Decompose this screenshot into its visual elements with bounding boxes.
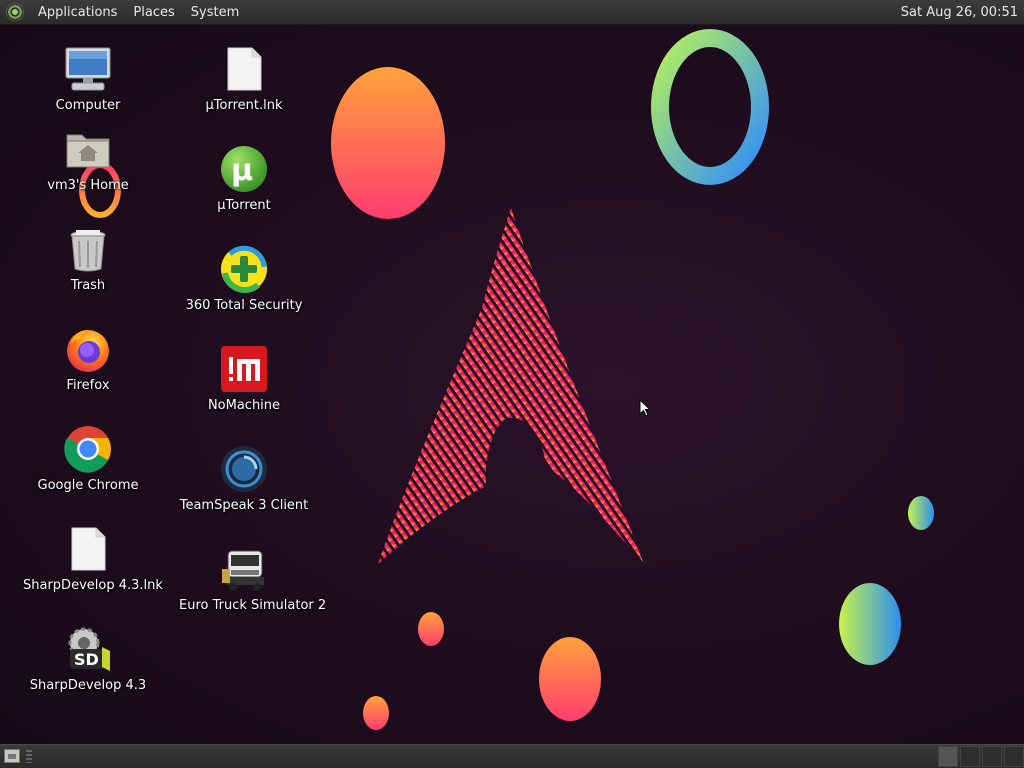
desktop-icon-trash[interactable]: Trash	[23, 225, 153, 293]
desktop-icon-label: Euro Truck Simulator 2	[179, 598, 327, 613]
file-icon	[64, 525, 112, 573]
home-folder-icon	[64, 125, 112, 173]
truck-icon	[220, 545, 268, 593]
computer-icon	[64, 45, 112, 93]
desktop-icon-label: SharpDevelop 4.3.lnk	[23, 578, 163, 593]
desktop-icon-utorrent[interactable]: μ μTorrent	[179, 145, 309, 213]
desktop-icon-label: μTorrent	[217, 198, 271, 213]
desktop-icon-label: Google Chrome	[37, 478, 139, 493]
workspace-1[interactable]	[938, 746, 958, 767]
desktop-icon-euro-truck[interactable]: Euro Truck Simulator 2	[179, 545, 327, 613]
desktop-icon-label: μTorrent.lnk	[205, 98, 283, 113]
desktop-icon-label: Trash	[70, 278, 106, 293]
desktop-icon-utorrent-lnk[interactable]: μTorrent.lnk	[179, 45, 309, 113]
nomachine-icon	[220, 345, 268, 393]
svg-text:SD: SD	[74, 650, 99, 669]
green-blue-dot	[908, 496, 934, 530]
desktop-icon-computer[interactable]: Computer	[23, 45, 153, 113]
arch-logo	[378, 208, 644, 564]
desktop-icon-label: Computer	[55, 98, 121, 113]
desktop-icon-teamspeak[interactable]: TeamSpeak 3 Client	[179, 445, 309, 513]
desktop-icon-360-security[interactable]: 360 Total Security	[179, 245, 309, 313]
360-security-icon	[220, 245, 268, 293]
svg-text:μ: μ	[231, 153, 253, 188]
desktop-icon-home[interactable]: vm3's Home	[23, 125, 153, 193]
desktop-icon-label: SharpDevelop 4.3	[29, 678, 147, 693]
trash-icon	[64, 225, 112, 273]
firefox-icon	[64, 325, 112, 373]
teamspeak-icon	[220, 445, 268, 493]
show-desktop-icon[interactable]	[4, 749, 20, 763]
desktop-icon-label: vm3's Home	[47, 178, 129, 193]
file-icon	[220, 45, 268, 93]
desktop-icon-label: 360 Total Security	[185, 298, 303, 313]
desktop-icon-chrome[interactable]: Google Chrome	[23, 425, 153, 493]
orange-blob-medium	[539, 637, 601, 721]
utorrent-icon: μ	[220, 145, 268, 193]
workspace-4[interactable]	[1004, 746, 1024, 767]
workspace-2[interactable]	[960, 746, 980, 767]
desktop-icon-nomachine[interactable]: NoMachine	[179, 345, 309, 413]
sharpdevelop-icon: SD	[64, 625, 112, 673]
workspace-3[interactable]	[982, 746, 1002, 767]
desktop-icon-label: NoMachine	[207, 398, 281, 413]
gradient-ring	[651, 29, 769, 185]
desktop-icon-firefox[interactable]: Firefox	[23, 325, 153, 393]
workspace-switcher	[936, 745, 1024, 768]
orange-dot-1	[418, 612, 444, 646]
desktop-icon-label: Firefox	[66, 378, 110, 393]
bottom-panel	[0, 744, 1024, 768]
chrome-icon	[64, 425, 112, 473]
orange-dot-2	[363, 696, 389, 730]
panel-handle[interactable]	[26, 750, 32, 763]
mouse-cursor-icon	[639, 399, 651, 417]
desktop-icon-sharpdevelop-lnk[interactable]: SharpDevelop 4.3.lnk	[23, 525, 163, 593]
desktop-icon-label: TeamSpeak 3 Client	[179, 498, 309, 513]
desktop-icon-sharpdevelop[interactable]: SD SharpDevelop 4.3	[23, 625, 153, 693]
green-blue-blob	[839, 583, 901, 665]
orange-blob-large	[331, 67, 445, 219]
